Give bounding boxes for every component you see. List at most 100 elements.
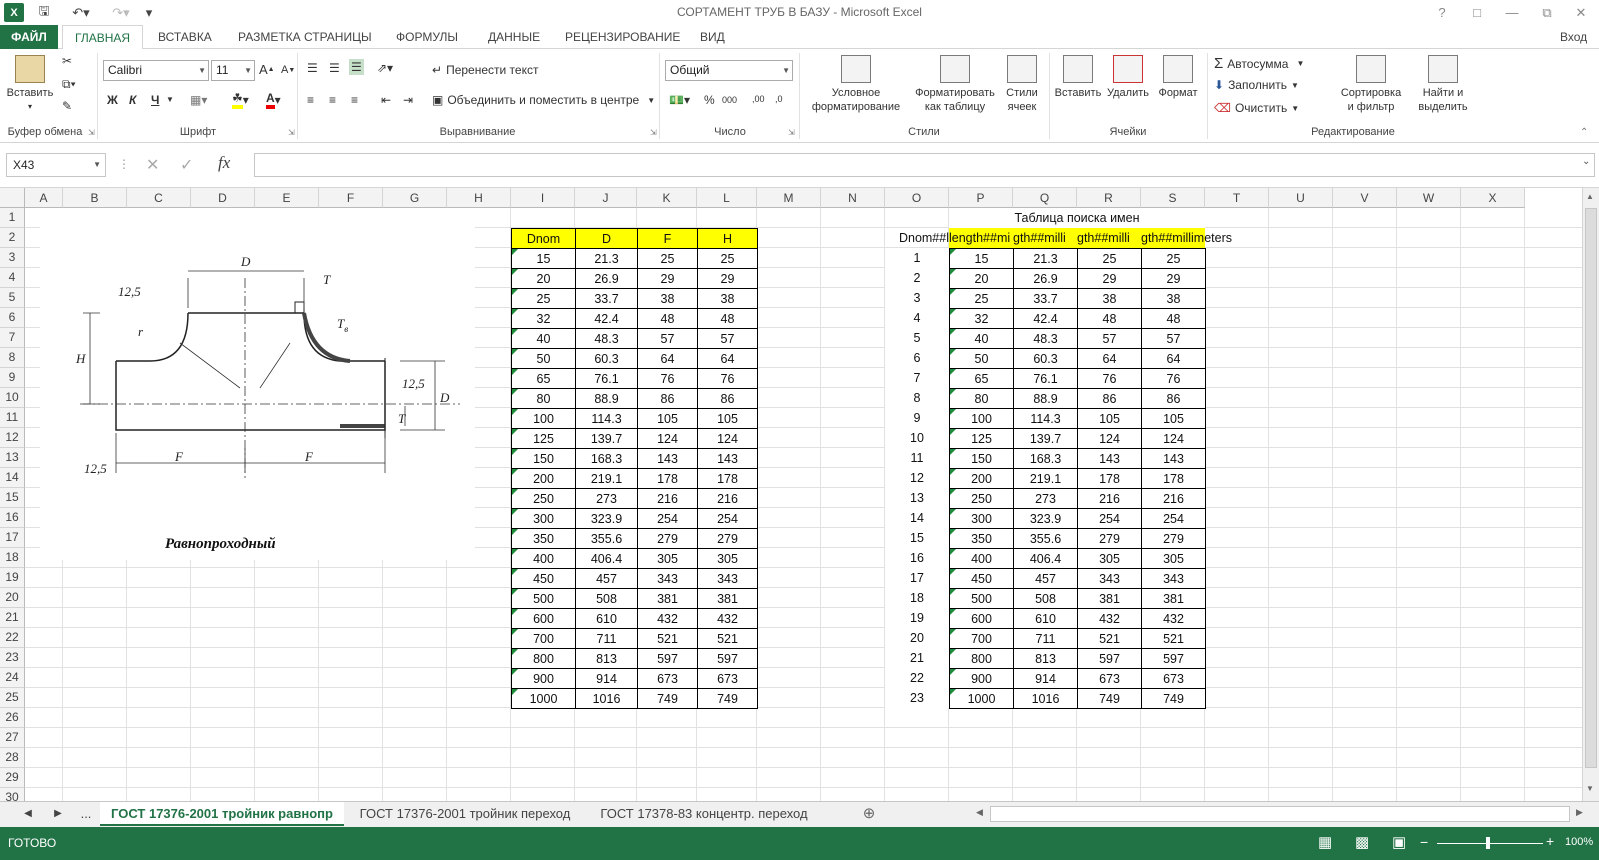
wrap-text-button[interactable]: ↵ Перенести текст: [432, 63, 538, 77]
table-cell[interactable]: 343: [697, 568, 758, 589]
table-cell[interactable]: 29: [637, 268, 698, 289]
lookup-table-cell[interactable]: 200: [949, 468, 1014, 489]
table-cell[interactable]: 168.3: [575, 448, 638, 469]
lookup-table-cell[interactable]: 178: [1077, 468, 1142, 489]
lookup-table-cell[interactable]: 26.9: [1013, 268, 1078, 289]
column-header[interactable]: I: [511, 188, 575, 208]
table-cell[interactable]: 124: [697, 428, 758, 449]
lookup-index-cell[interactable]: 22: [885, 668, 949, 688]
table-cell[interactable]: 250: [511, 488, 576, 509]
row-header[interactable]: 10: [0, 388, 25, 408]
table-header-cell[interactable]: F: [637, 228, 698, 249]
row-header[interactable]: 11: [0, 408, 25, 428]
lookup-table-cell[interactable]: 1016: [1013, 688, 1078, 709]
minimize-icon[interactable]: —: [1497, 0, 1527, 25]
align-bottom-icon[interactable]: ☰: [349, 59, 364, 75]
table-cell[interactable]: 65: [511, 368, 576, 389]
lookup-table-cell[interactable]: 143: [1077, 448, 1142, 469]
column-header[interactable]: T: [1205, 188, 1269, 208]
table-cell[interactable]: 26.9: [575, 268, 638, 289]
scroll-down-icon[interactable]: ▼: [1586, 784, 1594, 793]
lookup-table-cell[interactable]: 381: [1141, 588, 1206, 609]
lookup-table-cell[interactable]: 305: [1141, 548, 1206, 569]
table-cell[interactable]: 88.9: [575, 388, 638, 409]
prev-sheet-icon[interactable]: ◀: [20, 802, 36, 826]
lookup-table-cell[interactable]: 457: [1013, 568, 1078, 589]
lookup-table-cell[interactable]: 20: [949, 268, 1014, 289]
table-cell[interactable]: 500: [511, 588, 576, 609]
sheet-tab-active[interactable]: ГОСТ 17376-2001 тройник равнопр: [100, 802, 344, 826]
decrease-decimal-icon[interactable]: ,0: [775, 94, 783, 104]
vertical-scroll-thumb[interactable]: [1585, 208, 1597, 768]
table-cell[interactable]: 673: [637, 668, 698, 689]
row-header[interactable]: 8: [0, 348, 25, 368]
table-cell[interactable]: 305: [697, 548, 758, 569]
lookup-header-cell[interactable]: gth##milli: [1077, 228, 1141, 248]
zoom-in-icon[interactable]: +: [1546, 833, 1554, 849]
column-header[interactable]: G: [383, 188, 447, 208]
lookup-table-cell[interactable]: 80: [949, 388, 1014, 409]
lookup-index-cell[interactable]: 16: [885, 548, 949, 568]
lookup-table-cell[interactable]: 597: [1077, 648, 1142, 669]
lookup-table-cell[interactable]: 124: [1077, 428, 1142, 449]
table-cell[interactable]: 305: [637, 548, 698, 569]
table-cell[interactable]: 450: [511, 568, 576, 589]
table-cell[interactable]: 749: [637, 688, 698, 709]
increase-decimal-icon[interactable]: ,00: [752, 94, 765, 104]
table-header-cell[interactable]: D: [575, 228, 638, 249]
table-cell[interactable]: 350: [511, 528, 576, 549]
tab-formulas[interactable]: ФОРМУЛЫ: [384, 25, 470, 49]
table-cell[interactable]: 432: [637, 608, 698, 629]
page-break-icon[interactable]: ▣: [1392, 833, 1406, 851]
lookup-table-cell[interactable]: 521: [1077, 628, 1142, 649]
column-header[interactable]: H: [447, 188, 511, 208]
lookup-table-cell[interactable]: 254: [1077, 508, 1142, 529]
lookup-table-cell[interactable]: 323.9: [1013, 508, 1078, 529]
table-cell[interactable]: 21.3: [575, 248, 638, 269]
cell-styles-button[interactable]: Стили ячеек: [999, 55, 1045, 114]
table-cell[interactable]: 42.4: [575, 308, 638, 329]
table-cell[interactable]: 76: [697, 368, 758, 389]
horizontal-scrollbar[interactable]: [990, 806, 1570, 822]
lookup-table-cell[interactable]: 254: [1141, 508, 1206, 529]
lookup-table-cell[interactable]: 914: [1013, 668, 1078, 689]
worksheet-grid[interactable]: ABCDEFGHIJKLMNOPQRSTUVWX 1 2 3 4 5 6 7 8 9 10 11 12…: [0, 188, 1582, 801]
scroll-right-icon[interactable]: ▶: [1576, 807, 1583, 818]
row-header[interactable]: 14: [0, 468, 25, 488]
table-cell[interactable]: 813: [575, 648, 638, 669]
column-header[interactable]: B: [63, 188, 127, 208]
lookup-table-cell[interactable]: 813: [1013, 648, 1078, 669]
table-cell[interactable]: 139.7: [575, 428, 638, 449]
sheet-tab[interactable]: ГОСТ 17378-83 концентр. переход: [588, 802, 820, 826]
lookup-index-cell[interactable]: 8: [885, 388, 949, 408]
more-sheets-button[interactable]: ...: [74, 802, 98, 826]
table-cell[interactable]: 521: [697, 628, 758, 649]
table-cell[interactable]: 38: [637, 288, 698, 309]
lookup-table-cell[interactable]: 273: [1013, 488, 1078, 509]
lookup-table-cell[interactable]: 40: [949, 328, 1014, 349]
column-header[interactable]: W: [1397, 188, 1461, 208]
column-header[interactable]: L: [697, 188, 757, 208]
column-header[interactable]: M: [757, 188, 821, 208]
column-header[interactable]: N: [821, 188, 885, 208]
lookup-table-title[interactable]: Таблица поиска имен: [949, 208, 1205, 228]
lookup-table-cell[interactable]: 42.4: [1013, 308, 1078, 329]
lookup-table-cell[interactable]: 25: [1141, 248, 1206, 269]
column-header[interactable]: X: [1461, 188, 1525, 208]
column-header[interactable]: S: [1141, 188, 1205, 208]
help-icon[interactable]: ?: [1427, 0, 1457, 25]
table-cell[interactable]: 610: [575, 608, 638, 629]
font-color-icon[interactable]: A ▾: [266, 91, 281, 109]
close-icon[interactable]: ✕: [1566, 0, 1596, 25]
row-header[interactable]: 12: [0, 428, 25, 448]
collapse-ribbon-icon[interactable]: ⌃: [1580, 127, 1588, 138]
align-top-icon[interactable]: ☰: [307, 61, 318, 75]
lookup-table-cell[interactable]: 48: [1141, 308, 1206, 329]
lookup-table-cell[interactable]: 76: [1077, 368, 1142, 389]
scroll-left-icon[interactable]: ◀: [976, 807, 983, 818]
lookup-index-cell[interactable]: 4: [885, 308, 949, 328]
lookup-table-cell[interactable]: 124: [1141, 428, 1206, 449]
table-cell[interactable]: 432: [697, 608, 758, 629]
lookup-table-cell[interactable]: 700: [949, 628, 1014, 649]
table-cell[interactable]: 900: [511, 668, 576, 689]
